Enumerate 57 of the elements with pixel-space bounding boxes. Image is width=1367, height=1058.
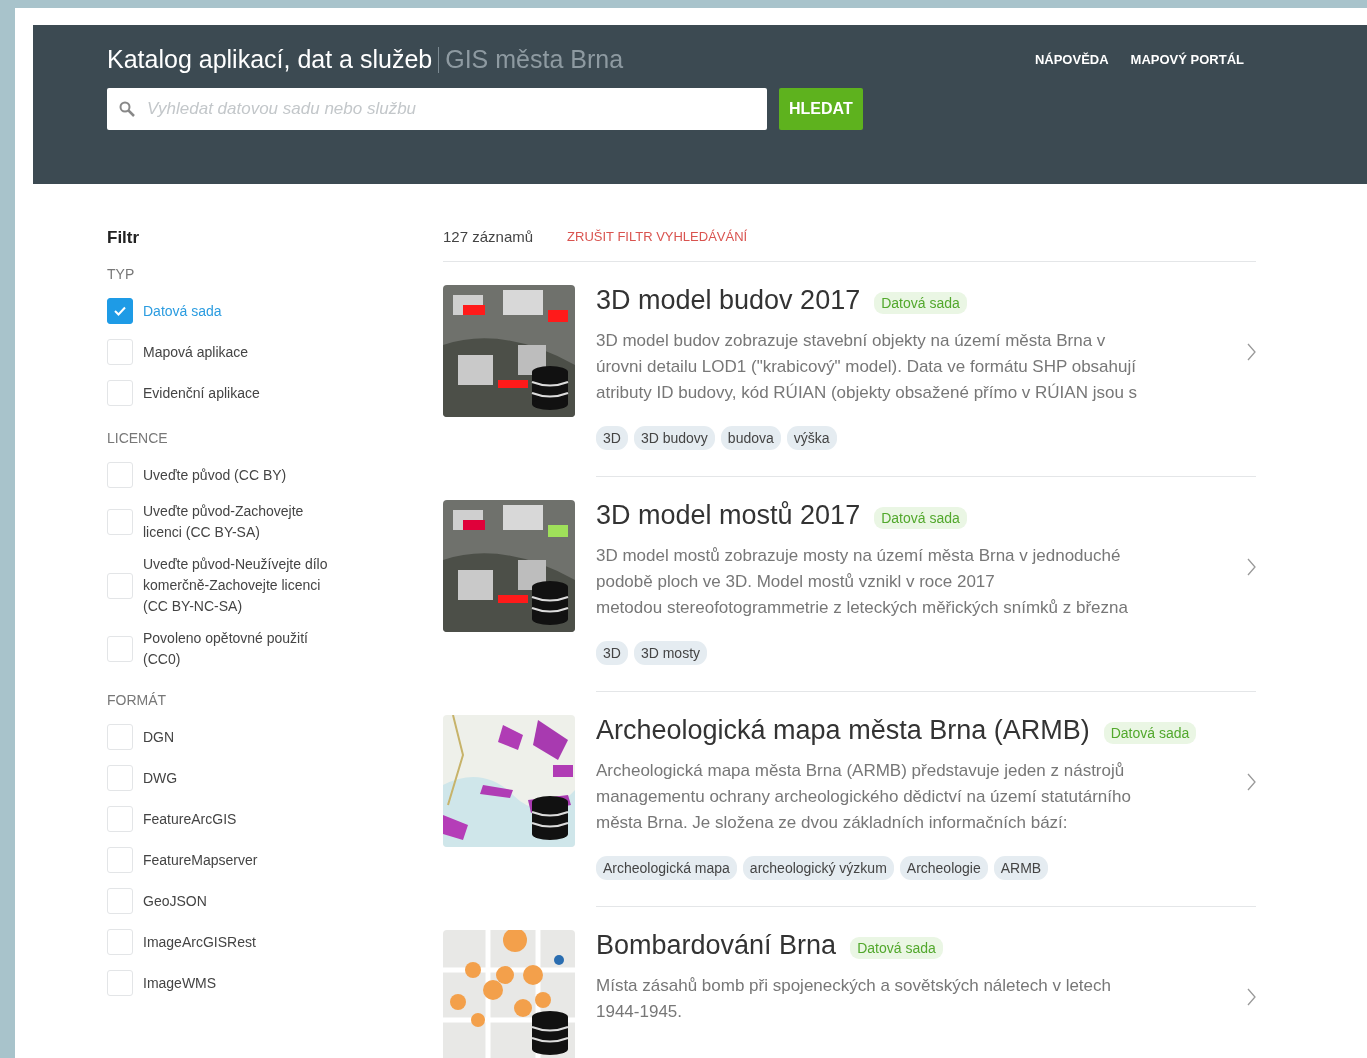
tag[interactable]: archeologický výzkum — [742, 856, 894, 880]
tag[interactable]: 3D — [596, 641, 628, 665]
type-badge: Datová sada — [874, 506, 967, 529]
database-icon — [531, 1010, 569, 1056]
chevron-right-icon[interactable] — [1247, 773, 1256, 791]
site-subtitle: GIS města Brna — [445, 45, 624, 74]
checkbox-label[interactable]: Evidenční aplikace — [143, 382, 343, 404]
tag[interactable]: 3D — [596, 426, 628, 450]
type-badge: Datová sada — [874, 291, 967, 314]
checkbox[interactable] — [107, 298, 133, 324]
checkbox-label[interactable]: GeoJSON — [143, 890, 343, 912]
checkbox-label[interactable]: Povoleno opětovné použití (CC0) — [143, 628, 343, 670]
dataset-title[interactable]: Bombardování Brna — [596, 930, 837, 961]
nav-link[interactable]: MAPOVÝ PORTÁL — [1130, 52, 1244, 67]
tag[interactable]: Archeologie — [899, 856, 988, 880]
filter-title: Filtr — [107, 228, 141, 248]
checkbox-label[interactable]: ImageWMS — [143, 972, 343, 994]
checkbox-label[interactable]: Uveďte původ-Neužívejte dílo komerčně-Zachovejte licenci (CC BY-NC-SA) — [143, 554, 343, 617]
checkbox-label[interactable]: DGN — [143, 726, 343, 748]
checkbox-label[interactable]: FeatureArcGIS — [143, 808, 343, 830]
database-icon — [531, 365, 569, 411]
database-icon — [531, 580, 569, 626]
checkbox-label[interactable]: Uveďte původ (CC BY) — [143, 464, 343, 486]
group-heading: TYP — [107, 266, 136, 282]
checkbox-label[interactable]: Mapová aplikace — [143, 341, 343, 363]
type-badge: Datová sada — [850, 936, 943, 959]
chevron-right-icon[interactable] — [1247, 558, 1256, 576]
result-count: 127 záznamů — [443, 228, 534, 245]
database-icon — [531, 795, 569, 841]
dataset-title[interactable]: 3D model mostů 2017 — [596, 500, 861, 531]
dataset-description: 3D model mostů zobrazuje mosty na území města Brna v jednoduché podobě ploch ve 3D. Model mostů vznikl v roce 2017 metodou stereofotogrammetrie z leteckých měřických snímků z března — [596, 545, 1129, 619]
dataset-title[interactable]: Archeologická mapa města Brna (ARMB) — [596, 715, 1090, 746]
search-field[interactable]: Vyhledat datovou sadu nebo službu — [107, 88, 767, 130]
dataset-description: Archeologická mapa města Brna (ARMB) představuje jeden z nástrojů managementu ochrany archeologického dědictví na území statutárního města Brna. Je složena ze dvou základních informačních bází: — [596, 760, 1132, 834]
tag[interactable]: Archeologická mapa — [596, 856, 737, 880]
site-title: Katalog aplikací, dat a služeb — [107, 45, 433, 74]
tag[interactable]: výška — [786, 426, 837, 450]
group-heading: FORMÁT — [107, 692, 168, 708]
tag[interactable]: 3D mosty — [633, 641, 708, 665]
group-heading: LICENCE — [107, 430, 169, 446]
checkbox-label[interactable]: DWG — [143, 767, 343, 789]
nav-link[interactable]: NÁPOVĚDA — [1034, 52, 1109, 67]
chevron-right-icon[interactable] — [1247, 343, 1256, 361]
dataset-title[interactable]: 3D model budov 2017 — [596, 285, 861, 316]
dataset-description: 3D model budov zobrazuje stavební objekty na území města Brna v úrovni detailu LOD1 ("krabicový" model). Data ve formátu SHP obsahují atributy ID budovy, kód RÚIAN (objekty obsažené přímo v RÚIAN jsou s — [596, 330, 1139, 404]
tag[interactable]: 3D budovy — [633, 426, 715, 450]
checkbox-label[interactable]: Uveďte původ-Zachovejte licenci (CC BY-SA) — [143, 501, 343, 543]
dataset-description: Místa zásahů bomb při spojeneckých a sovětských náletech v letech 1944-1945. — [596, 975, 1112, 1023]
checkbox-label[interactable]: ImageArcGISRest — [143, 931, 343, 953]
tag[interactable]: budova — [720, 426, 781, 450]
clear-filter-link[interactable]: ZRUŠIT FILTR VYHLEDÁVÁNÍ — [567, 229, 748, 244]
checkbox-label[interactable]: FeatureMapserver — [143, 849, 343, 871]
type-badge: Datová sada — [1103, 721, 1197, 744]
checkmark-icon — [114, 306, 126, 316]
tag[interactable]: ARMB — [993, 856, 1049, 880]
chevron-right-icon[interactable] — [1247, 988, 1256, 1006]
search-icon — [119, 101, 135, 117]
